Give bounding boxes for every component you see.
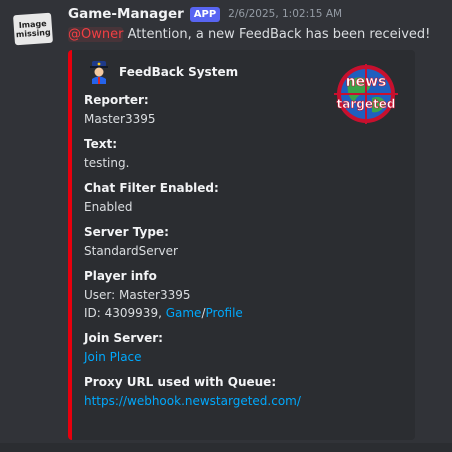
field-name: Join Server:	[84, 331, 163, 345]
game-link[interactable]: Game	[166, 306, 202, 320]
field-player-info: Player info User: Master3395 ID: 4309939…	[84, 268, 394, 322]
message-header: Game-Manager APP 2/6/2025, 1:02:15 AM	[68, 6, 342, 22]
field-value: testing.	[84, 156, 130, 170]
field-name: Chat Filter Enabled:	[84, 181, 219, 195]
police-officer-icon	[90, 61, 108, 84]
field-value: User: Master3395	[84, 288, 191, 302]
logo-text-news: news	[346, 74, 387, 90]
avatar[interactable]: Image missing	[12, 12, 54, 46]
app-badge: APP	[189, 6, 221, 22]
username[interactable]: Game-Manager	[68, 6, 184, 22]
field-reporter: Reporter: Master3395	[84, 92, 394, 128]
bottom-divider	[0, 443, 452, 452]
message-text: Attention, a new FeedBack has been recei…	[123, 27, 431, 42]
player-id: ID: 4309939,	[84, 306, 166, 320]
timestamp: 2/6/2025, 1:02:15 AM	[228, 8, 343, 20]
field-name: Player info	[84, 269, 157, 283]
owner-mention[interactable]: @Owner	[68, 27, 124, 42]
embed-author: FeedBack System	[88, 60, 238, 84]
field-join-server: Join Server: Join Place	[84, 330, 394, 366]
field-chat-filter: Chat Filter Enabled: Enabled	[84, 180, 394, 216]
field-value: Master3395	[84, 112, 156, 126]
field-name: Server Type:	[84, 225, 169, 239]
join-place-link[interactable]: Join Place	[84, 348, 394, 366]
field-value: Enabled	[84, 200, 133, 214]
field-server-type: Server Type: StandardServer	[84, 224, 394, 260]
embed-fields: Reporter: Master3395 Text: testing. Chat…	[84, 92, 394, 418]
proxy-url-link[interactable]: https://webhook.newstargeted.com/	[84, 392, 394, 410]
avatar-alt-text: missing	[15, 27, 51, 40]
field-proxy-url: Proxy URL used with Queue: https://webho…	[84, 374, 394, 410]
field-value: ID: 4309939, Game/Profile	[84, 304, 394, 322]
field-value: StandardServer	[84, 244, 178, 258]
field-name: Text:	[84, 137, 118, 151]
chat-message: Image missing Game-Manager APP 2/6/2025,…	[0, 0, 452, 452]
field-name: Reporter:	[84, 93, 149, 107]
profile-link[interactable]: Profile	[206, 306, 243, 320]
embed-author-name[interactable]: FeedBack System	[119, 65, 238, 79]
field-name: Proxy URL used with Queue:	[84, 375, 277, 389]
field-text: Text: testing.	[84, 136, 394, 172]
message-content: @Owner Attention, a new FeedBack has bee…	[68, 27, 430, 42]
feedback-embed: FeedBack System news targeted Reporter: …	[68, 50, 415, 440]
